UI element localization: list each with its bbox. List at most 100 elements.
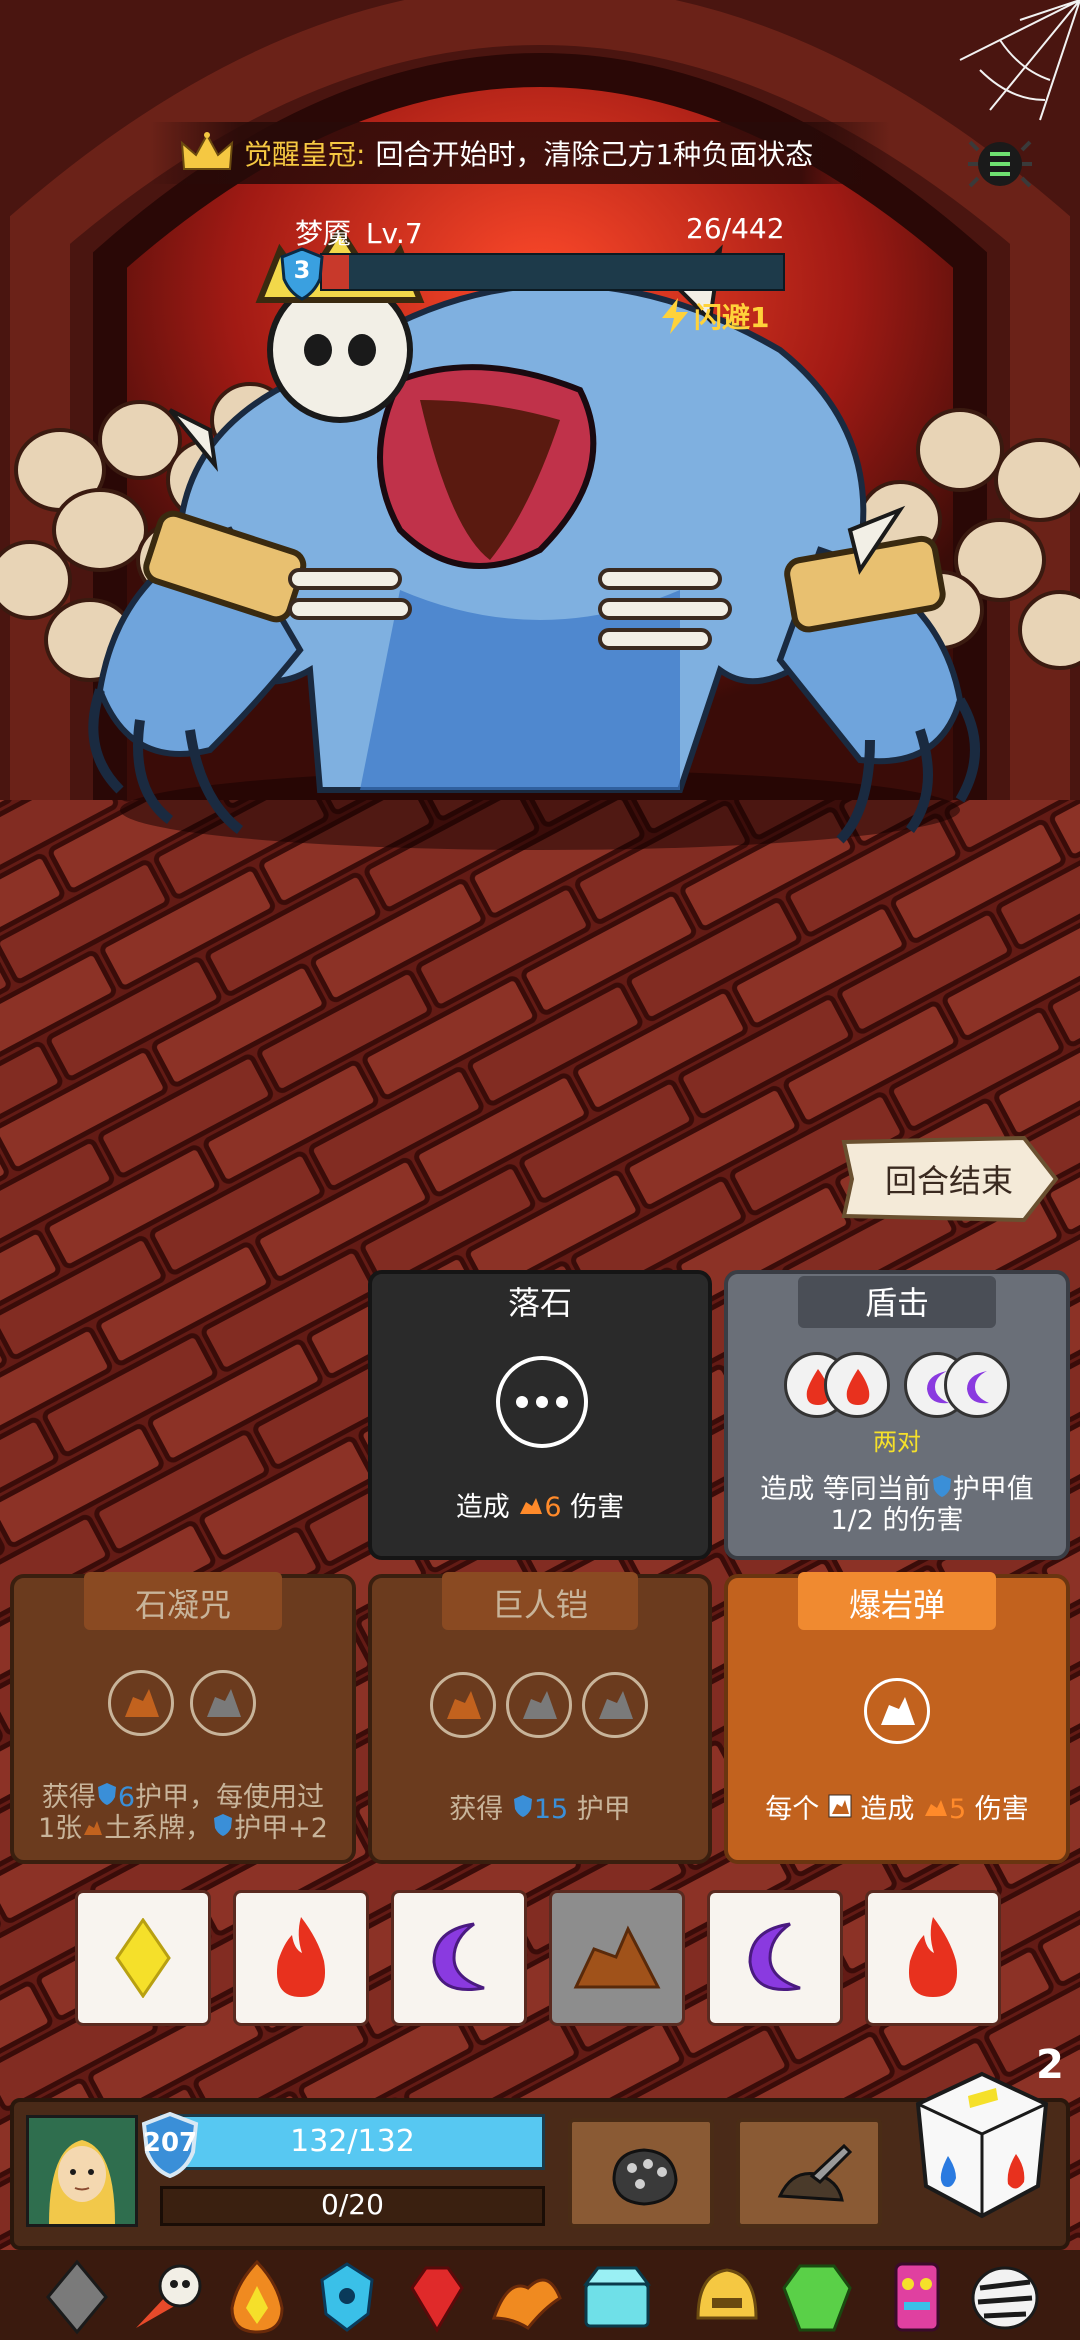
enemy-shield-value: 3 — [293, 256, 311, 284]
desc-value: 15 — [533, 1794, 569, 1825]
die-earth-used[interactable] — [549, 1890, 685, 2026]
armor-icon — [513, 1795, 532, 1817]
reroll-dice-button[interactable] — [912, 2070, 1052, 2220]
desc-value: 6 — [544, 1492, 562, 1523]
card-description: 每个 造成 5 伤害 — [738, 1794, 1056, 1825]
fire-bird-icon[interactable] — [488, 2258, 566, 2336]
card-description: 获得 15 护甲 — [382, 1794, 698, 1825]
earth-socket[interactable] — [864, 1678, 930, 1744]
desc-line1b: 护甲值 — [952, 1474, 1034, 1505]
desc-line1: 造成 等同当前 — [760, 1474, 931, 1505]
stone-icon — [599, 1691, 633, 1719]
desc-text: 护甲 — [576, 1794, 631, 1825]
die-fire[interactable] — [233, 1890, 369, 2026]
fire-socket[interactable] — [824, 1352, 890, 1418]
moon-icon — [432, 1922, 485, 1991]
end-turn-label: 回合结束 — [884, 1162, 1013, 1200]
enemy-hp-fill — [322, 255, 350, 289]
red-gem-icon[interactable] — [398, 2258, 476, 2336]
stone-icon — [207, 1689, 241, 1717]
die-moon[interactable] — [707, 1890, 843, 2026]
nightmare-monster[interactable] — [60, 230, 1020, 870]
spiked-gauntlet-icon — [612, 2148, 678, 2206]
card-description: 造成 等同当前 护甲值 1/2 的伤害 — [738, 1474, 1056, 1536]
fire-icon — [846, 1369, 870, 1405]
socket-caption: 两对 — [873, 1428, 921, 1456]
equipment-slot-gauntlet[interactable] — [568, 2118, 714, 2228]
desc-text: 伤害 — [974, 1794, 1029, 1825]
gem-gray-icon[interactable] — [38, 2258, 116, 2336]
enemy-name: 梦魇 — [295, 217, 352, 250]
desc-value: 5 — [949, 1794, 967, 1825]
earth-icon — [125, 1689, 159, 1717]
card-title: 巨人铠 — [491, 1586, 588, 1624]
die-fire[interactable] — [865, 1890, 1001, 2026]
player-hp-text: 132/132 — [290, 2124, 415, 2159]
golden-helmet-icon[interactable] — [688, 2258, 766, 2336]
desc-value: 6 — [117, 1782, 136, 1813]
enemy-status-label: 闪避1 — [694, 301, 770, 334]
card-lava-bomb[interactable]: 爆岩弹 每个 造成 5 伤害 — [724, 1572, 1070, 1864]
desc-text: 护甲，每使用过 — [135, 1782, 325, 1813]
stone-socket[interactable] — [190, 1670, 256, 1736]
menu-button[interactable] — [968, 132, 1032, 196]
tiki-totem-icon[interactable] — [878, 2258, 956, 2336]
earth-socket[interactable] — [108, 1670, 174, 1736]
card-giant-armor[interactable]: 巨人铠 获得 15 护甲 — [368, 1572, 712, 1864]
battle-scene: 觉醒皇冠: 回合开始时，清除己方1种负面状态 梦魇 Lv.7 26/442 3 … — [0, 0, 1080, 2340]
earth-icon — [520, 1498, 543, 1514]
energy-text: 0/20 — [321, 2188, 384, 2221]
green-gem-icon[interactable] — [778, 2258, 856, 2336]
earth-icon — [925, 1800, 947, 1816]
moon-icon — [967, 1371, 989, 1404]
any-die-socket-icon[interactable] — [494, 1354, 590, 1450]
stone-icon — [523, 1691, 557, 1719]
earth-icon — [881, 1697, 915, 1725]
stone-socket[interactable] — [582, 1672, 648, 1738]
card-shield-bash[interactable]: 盾击 两对 造成 等同当前 护甲值 1/2 的伤害 — [724, 1270, 1070, 1560]
die-diamond[interactable] — [75, 1890, 211, 2026]
zebra-skull-icon[interactable] — [966, 2258, 1044, 2336]
card-title: 石凝咒 — [134, 1586, 231, 1624]
blue-gem-icon[interactable] — [308, 2258, 386, 2336]
desc-text: 每个 — [765, 1794, 820, 1825]
moon-icon — [748, 1922, 801, 1991]
card-falling-rock[interactable]: 落石 造成 6 伤害 — [368, 1270, 712, 1560]
rock-shovel-icon — [777, 2143, 853, 2202]
die-moon[interactable] — [391, 1890, 527, 2026]
card-description: 获得 6护甲，每使用过 1张 土系牌， 护甲+2 — [24, 1782, 342, 1844]
enemy-name-level: 梦魇 Lv.7 — [295, 212, 423, 252]
desc-text: 造成 — [860, 1794, 915, 1825]
earth-icon — [84, 1821, 103, 1835]
buff-name: 觉醒皇冠: — [244, 138, 366, 171]
card-title: 落石 — [507, 1284, 572, 1322]
player-armor-badge: 207 — [140, 2111, 200, 2179]
equipment-slot-shovel[interactable] — [736, 2118, 882, 2228]
lightning-icon — [662, 298, 688, 334]
enemy-level: Lv.7 — [365, 217, 423, 250]
flaming-skull-icon[interactable] — [128, 2258, 206, 2336]
desc-line2: 1/2 的伤害 — [830, 1505, 964, 1536]
desc-text: 土系牌， — [104, 1813, 213, 1844]
armor-icon — [214, 1814, 233, 1836]
card-description: 造成 6 伤害 — [382, 1492, 698, 1523]
earth-icon — [573, 1925, 661, 1989]
desc-text: 获得 — [449, 1794, 504, 1825]
enemy-status: 闪避1 — [660, 296, 769, 336]
card-stone-curse[interactable]: 石凝咒 获得 6护甲，每使用过 1张 土系牌， 护甲+2 — [10, 1572, 356, 1864]
player-portrait[interactable] — [26, 2115, 138, 2227]
desc-text: 获得 — [41, 1782, 96, 1813]
crown-icon — [180, 132, 234, 170]
moon-socket[interactable] — [944, 1352, 1010, 1418]
ice-chest-icon[interactable] — [578, 2258, 656, 2336]
enemy-hp-text: 26/442 — [686, 212, 785, 245]
desc-text: 造成 — [455, 1492, 510, 1523]
end-turn-button[interactable]: 回合结束 — [838, 1136, 1060, 1222]
card-title: 爆岩弹 — [848, 1586, 945, 1624]
player-armor-value: 207 — [142, 2128, 198, 2158]
stone-socket[interactable] — [506, 1672, 572, 1738]
fire-crystal-icon[interactable] — [218, 2258, 296, 2336]
fire-icon — [276, 1917, 326, 1997]
earth-icon — [447, 1691, 481, 1719]
earth-socket[interactable] — [430, 1672, 496, 1738]
